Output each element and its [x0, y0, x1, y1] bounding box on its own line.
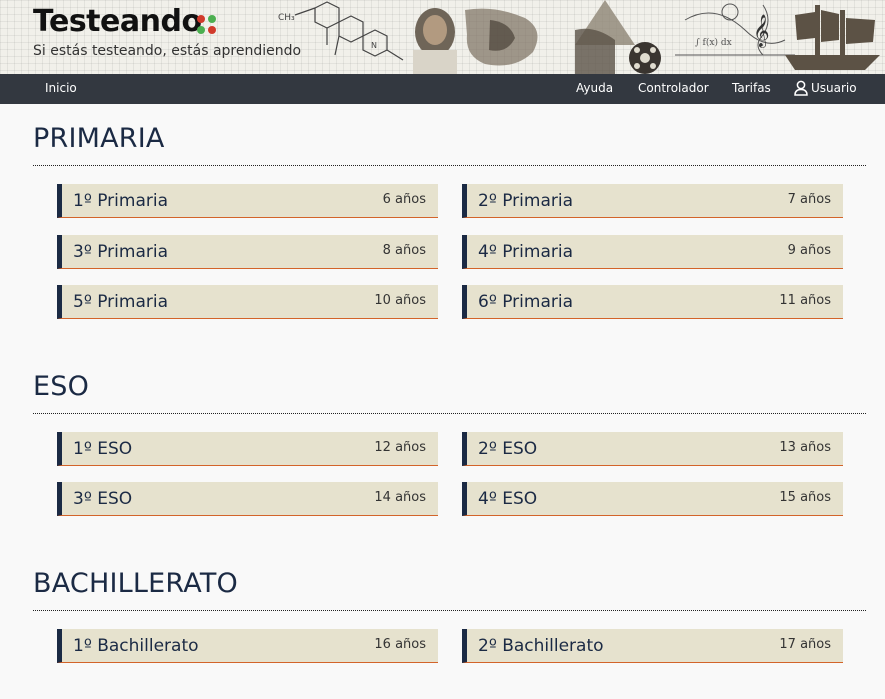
section-divider — [33, 610, 866, 611]
course-age: 16 años — [374, 637, 426, 652]
course-age: 9 años — [787, 243, 831, 258]
site-logo-title[interactable]: Testeando — [33, 4, 202, 39]
nav-user-menu[interactable]: Usuario — [794, 80, 857, 96]
course-card-4-eso[interactable]: 4º ESO 15 años — [462, 482, 843, 516]
course-name: 3º Primaria — [73, 242, 169, 262]
course-age: 11 años — [779, 293, 831, 308]
course-age: 15 años — [779, 490, 831, 505]
course-name: 2º ESO — [478, 439, 538, 459]
course-age: 10 años — [374, 293, 426, 308]
course-name: 3º ESO — [73, 489, 133, 509]
course-age: 12 años — [374, 440, 426, 455]
course-age: 13 años — [779, 440, 831, 455]
main-navbar: Inicio Ayuda Controlador Tarifas Usuario — [0, 74, 885, 104]
course-card-1-primaria[interactable]: 1º Primaria 6 años — [57, 184, 438, 218]
nav-link-rates[interactable]: Tarifas — [732, 81, 771, 95]
course-name: 2º Primaria — [478, 191, 574, 211]
section-divider — [33, 165, 866, 166]
course-name: 1º ESO — [73, 439, 133, 459]
course-card-3-eso[interactable]: 3º ESO 14 años — [57, 482, 438, 516]
site-tagline: Si estás testeando, estás aprendiendo — [33, 43, 302, 59]
course-age: 14 años — [374, 490, 426, 505]
course-age: 7 años — [787, 192, 831, 207]
course-name: 2º Bachillerato — [478, 636, 604, 656]
course-card-4-primaria[interactable]: 4º Primaria 9 años — [462, 235, 843, 269]
user-icon — [794, 80, 808, 96]
svg-text:∫ f(x) dx: ∫ f(x) dx — [695, 37, 732, 48]
course-name: 1º Bachillerato — [73, 636, 199, 656]
course-age: 17 años — [779, 637, 831, 652]
course-name: 6º Primaria — [478, 292, 574, 312]
course-card-3-primaria[interactable]: 3º Primaria 8 años — [57, 235, 438, 269]
section-title-primaria: PRIMARIA — [33, 123, 165, 154]
course-card-2-primaria[interactable]: 2º Primaria 7 años — [462, 184, 843, 218]
section-title-bachillerato: BACHILLERATO — [33, 568, 238, 599]
course-card-6-primaria[interactable]: 6º Primaria 11 años — [462, 285, 843, 319]
nav-link-help[interactable]: Ayuda — [576, 81, 613, 95]
course-card-1-eso[interactable]: 1º ESO 12 años — [57, 432, 438, 466]
course-name: 4º Primaria — [478, 242, 574, 262]
section-title-eso: ESO — [33, 371, 90, 402]
course-age: 8 años — [382, 243, 426, 258]
banner-collage-image: CH₃ N ∫ f(x) dx 𝄞 — [278, 0, 880, 74]
svg-text:𝄞: 𝄞 — [753, 14, 770, 48]
header-banner: CH₃ N ∫ f(x) dx 𝄞 Testeando Si estás tes… — [0, 0, 885, 74]
nav-user-label: Usuario — [811, 81, 857, 95]
course-card-1-bachillerato[interactable]: 1º Bachillerato 16 años — [57, 629, 438, 663]
course-name: 5º Primaria — [73, 292, 169, 312]
nav-link-home[interactable]: Inicio — [45, 81, 77, 95]
course-name: 1º Primaria — [73, 191, 169, 211]
svg-text:CH₃: CH₃ — [278, 13, 295, 23]
nav-link-controller[interactable]: Controlador — [638, 81, 709, 95]
course-name: 4º ESO — [478, 489, 538, 509]
course-card-5-primaria[interactable]: 5º Primaria 10 años — [57, 285, 438, 319]
course-card-2-eso[interactable]: 2º ESO 13 años — [462, 432, 843, 466]
section-divider — [33, 413, 866, 414]
course-age: 6 años — [382, 192, 426, 207]
logo-dots-icon — [197, 15, 217, 35]
svg-text:N: N — [371, 41, 377, 50]
course-card-2-bachillerato[interactable]: 2º Bachillerato 17 años — [462, 629, 843, 663]
